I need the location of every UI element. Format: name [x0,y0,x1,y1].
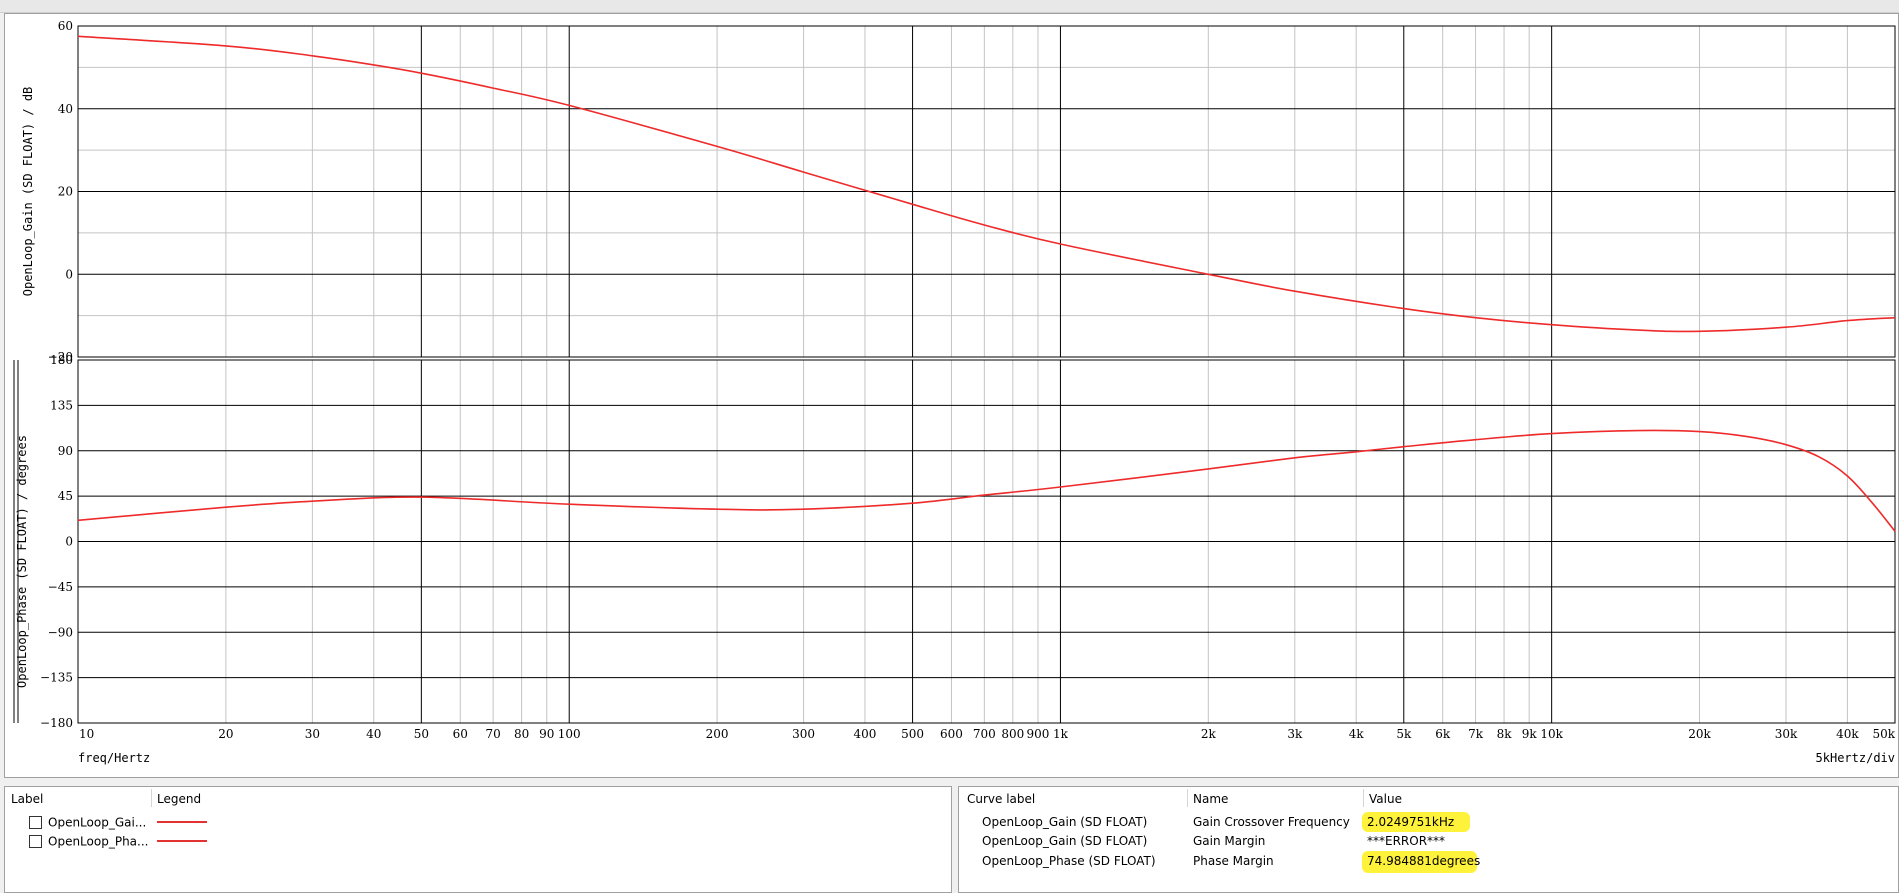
y-axis-title-gain: OpenLoop_Gain (SD FLOAT) / dB [21,87,35,297]
measure-row-name: Gain Crossover Frequency [1193,815,1350,829]
x-tick-label: 10k [1540,727,1563,741]
legend-header-legend[interactable]: Legend [153,791,201,807]
x-tick-label: 8k [1497,727,1513,741]
x-tick-label: 20 [218,727,233,741]
x-tick-label: 100 [558,727,581,741]
legend-checkbox-phase[interactable] [29,835,42,848]
x-tick-label: 9k [1522,727,1538,741]
legend-item-gain[interactable]: OpenLoop_Gai... [29,814,207,830]
legend-item-label: OpenLoop_Pha... [48,834,149,849]
x-tick-label: 60 [453,727,468,741]
x-tick-label: 80 [514,727,529,741]
measure-row-value: 2.0249751kHz [1367,815,1455,829]
legend-line-swatch [157,840,207,842]
bode-chart: 6040200−2018013590450−45−90−135−180OpenL… [13,19,1896,765]
y-tick-label: 0 [65,535,73,549]
y-tick-label: −45 [48,580,73,594]
x-tick-label: 200 [706,727,729,741]
measure-row-name: Phase Margin [1193,854,1274,868]
legend-item-label: OpenLoop_Gai... [48,815,147,830]
measure-row-curve[interactable]: OpenLoop_Gain (SD FLOAT) [982,833,1147,849]
y-tick-label: 180 [50,353,73,367]
curve-layer [77,35,1896,532]
measure-row-value: ***ERROR*** [1367,834,1446,848]
x-tick-label: 400 [854,727,877,741]
x-axis-title: freq/Hertz [78,751,150,765]
y-tick-label: −180 [40,716,73,730]
y-tick-label: 90 [58,444,73,458]
window-top-strip [0,0,1899,13]
x-tick-label: 900 [1027,727,1050,741]
measure-header-separator[interactable] [1363,789,1364,807]
x-tick-label: 40 [366,727,381,741]
x-tick-label: 40k [1836,727,1859,741]
y-tick-label: 0 [65,267,73,281]
legend-item-phase[interactable]: OpenLoop_Pha... [29,833,207,849]
measure-row-value: 74.984881degrees [1367,854,1481,868]
x-tick-label: 90 [539,727,554,741]
x-tick-label: 5k [1396,727,1412,741]
series-line-gain [77,35,1896,333]
y-tick-label: −90 [48,625,73,639]
measurement-panel: Curve label Name Value OpenLoop_Gain (SD… [958,786,1899,893]
x-tick-label: 3k [1287,727,1303,741]
label-layer: 6040200−2018013590450−45−90−135−180OpenL… [15,19,1896,765]
y-tick-label: 45 [58,489,73,503]
legend-panel: Label Legend OpenLoop_Gai... OpenLoop_Ph… [4,786,952,893]
measure-header-value[interactable]: Value [1365,791,1402,807]
x-tick-label: 800 [1001,727,1024,741]
x-tick-label: 4k [1349,727,1365,741]
plot-area: 60 40 20 0 −20 180 135 90 45 0 −45 −90 −135 −180 OpenL… [4,13,1899,778]
x-tick-label: 7k [1468,727,1484,741]
y-axis-title-phase: OpenLoop_Phase (SD FLOAT) / degrees [15,435,29,688]
x-tick-label: 6k [1435,727,1451,741]
x-tick-label: 500 [901,727,924,741]
measure-row-name: Gain Margin [1193,834,1266,848]
measure-row-curve[interactable]: OpenLoop_Gain (SD FLOAT) [982,814,1147,830]
x-tick-label: 600 [940,727,963,741]
legend-line-swatch [157,821,207,823]
legend-header-separator[interactable] [151,789,152,807]
y-tick-label: 60 [58,19,73,33]
x-tick-label: 2k [1201,727,1217,741]
x-tick-label: 70 [485,727,500,741]
legend-checkbox-gain[interactable] [29,816,42,829]
x-tick-label: 300 [792,727,815,741]
measure-row-curve[interactable]: OpenLoop_Phase (SD FLOAT) [982,853,1156,869]
grid-layer [13,25,1896,724]
x-tick-label: 700 [973,727,996,741]
y-tick-label: 135 [50,398,73,412]
legend-header-label[interactable]: Label [7,791,43,807]
measure-header-separator[interactable] [1187,789,1188,807]
x-tick-label: 30 [305,727,320,741]
x-tick-label: 30k [1775,727,1798,741]
series-line-phase [77,429,1896,532]
y-tick-label: 40 [58,102,73,116]
scale-label: 5kHertz/div [1816,751,1895,765]
measure-header-name[interactable]: Name [1189,791,1228,807]
x-tick-label: 50 [414,727,429,741]
x-tick-label: 50k [1872,727,1895,741]
y-tick-label: 20 [58,185,73,199]
x-tick-label: 1k [1053,727,1069,741]
x-tick-label: 10 [79,727,94,741]
x-tick-label: 20k [1688,727,1711,741]
measure-header-curve[interactable]: Curve label [963,791,1035,807]
y-tick-label: −135 [40,671,73,685]
